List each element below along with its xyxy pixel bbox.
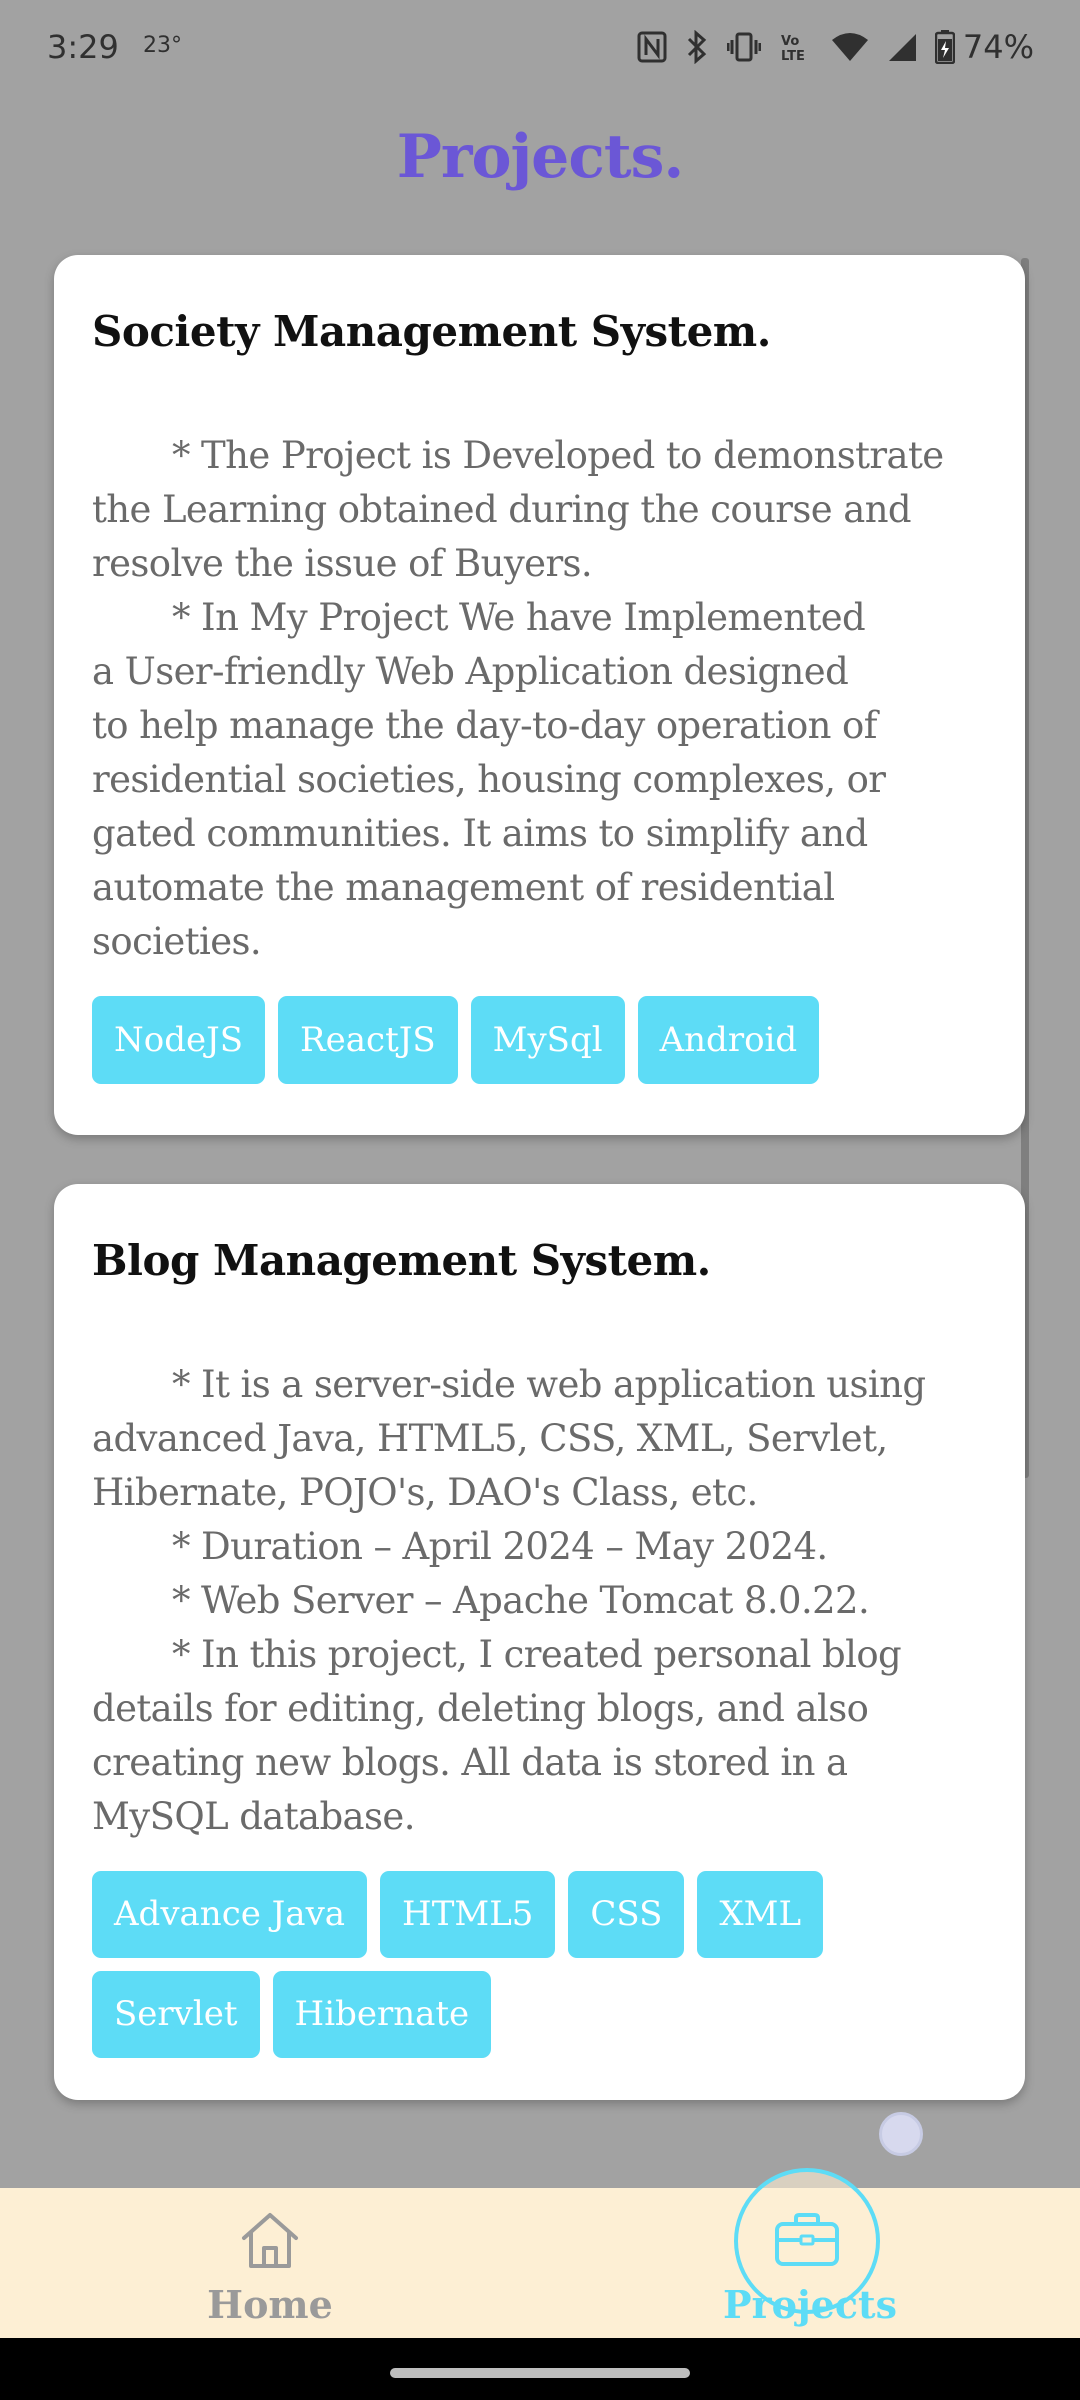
description-line: * It is a server-side web application us… (172, 1363, 926, 1406)
signal-icon (887, 32, 917, 62)
tech-tag[interactable]: Hibernate (272, 1971, 492, 2058)
project-description: * The Project is Developed to demonstrat… (92, 429, 987, 969)
description-line: MySQL database. (92, 1795, 415, 1838)
wifi-icon (831, 32, 869, 62)
tech-tag[interactable]: CSS (568, 1871, 685, 1958)
nfc-icon (637, 31, 667, 63)
battery-percentage: 74% (962, 28, 1034, 66)
project-title: Blog Management System. (92, 1236, 711, 1285)
home-icon (238, 2208, 302, 2276)
gesture-handle[interactable] (390, 2368, 690, 2378)
status-icons: Vo LTE 74% (637, 22, 1034, 72)
description-line: * The Project is Developed to demonstrat… (172, 434, 944, 477)
description-line: advanced Java, HTML5, CSS, XML, Servlet, (92, 1417, 888, 1460)
tech-tag[interactable]: Advance Java (92, 1871, 368, 1958)
description-line: resolve the issue of Buyers. (92, 542, 593, 585)
tech-tag[interactable]: Servlet (92, 1971, 260, 2058)
description-line: Hibernate, POJO's, DAO's Class, etc. (92, 1471, 758, 1514)
battery-icon (934, 30, 955, 64)
description-line: creating new blogs. All data is stored i… (92, 1741, 848, 1784)
description-line: * Web Server – Apache Tomcat 8.0.22. (172, 1579, 870, 1622)
vibrate-icon (726, 31, 761, 63)
description-line: residential societies, housing complexes… (92, 758, 886, 801)
status-bar: 3:29 23° Vo LTE 74% (0, 0, 1080, 95)
volte-icon: Vo LTE (779, 31, 813, 63)
briefcase-icon (772, 2210, 842, 2274)
bottom-navigation: Home Projects (0, 2168, 1080, 2338)
tech-tag[interactable]: ReactJS (278, 996, 458, 1084)
status-time: 3:29 (47, 28, 119, 66)
nav-label-home: Home (207, 2282, 333, 2327)
project-title: Society Management System. (92, 307, 771, 356)
description-line: * In My Project We have Implemented (172, 596, 866, 639)
tech-tag[interactable]: XML (697, 1871, 824, 1958)
description-line: the Learning obtained during the course … (92, 488, 912, 531)
svg-text:Vo: Vo (781, 34, 799, 49)
nav-item-home[interactable]: Home (120, 2188, 420, 2338)
status-temperature: 23° (143, 33, 182, 58)
page-title: Projects. (396, 122, 685, 192)
description-line: details for editing, deleting blogs, and… (92, 1687, 869, 1730)
description-line: societies. (92, 920, 262, 963)
bluetooth-icon (685, 30, 709, 64)
tech-tag[interactable]: NodeJS (92, 996, 266, 1084)
tech-tags: Advance Java HTML5 CSS XML Servlet Hiber… (92, 1871, 987, 2058)
project-card-blog: Blog Management System. * It is a server… (54, 1184, 1025, 2100)
project-card-society: Society Management System. * The Project… (54, 255, 1025, 1135)
tech-tag[interactable]: HTML5 (380, 1871, 556, 1958)
description-line: * In this project, I created personal bl… (172, 1633, 902, 1676)
description-line: to help manage the day-to-day operation … (92, 704, 877, 747)
description-line: a User-friendly Web Application designed (92, 650, 849, 693)
nav-item-projects[interactable]: Projects (660, 2168, 960, 2338)
floating-touch-indicator (879, 2112, 923, 2156)
tech-tags: NodeJS ReactJS MySql Android (92, 996, 987, 1084)
description-line: * Duration – April 2024 – May 2024. (172, 1525, 828, 1568)
tech-tag[interactable]: Android (637, 996, 820, 1084)
description-line: gated communities. It aims to simplify a… (92, 812, 868, 855)
project-description: * It is a server-side web application us… (92, 1358, 987, 1844)
svg-text:LTE: LTE (781, 49, 805, 63)
system-gesture-area (0, 2338, 1080, 2400)
description-line: automate the management of residential (92, 866, 835, 909)
nav-label-projects: Projects (723, 2282, 897, 2327)
tech-tag[interactable]: MySql (470, 996, 625, 1084)
